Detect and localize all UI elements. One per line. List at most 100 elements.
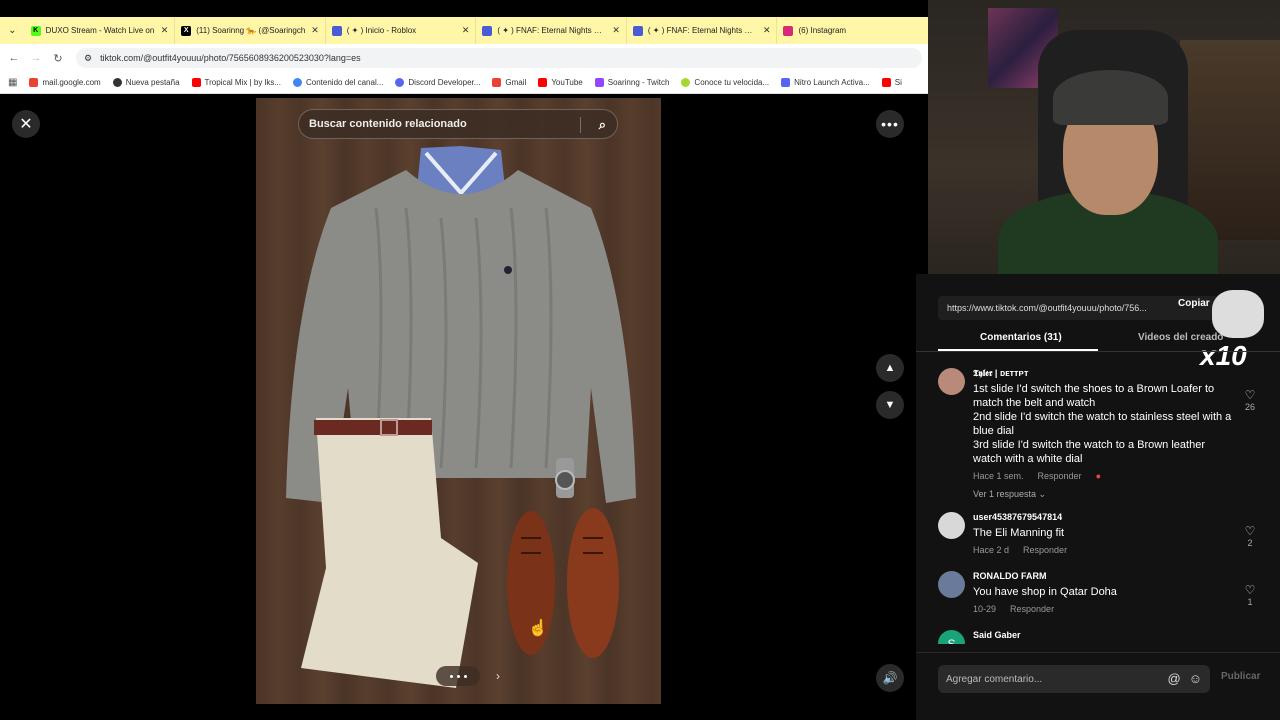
comment-username[interactable]: user45387679547814 — [973, 512, 1062, 522]
reply-button[interactable]: Responder — [1010, 604, 1054, 614]
discord-icon — [395, 78, 405, 87]
like-count: 26 — [1244, 402, 1255, 412]
next-post-button[interactable]: ▼ — [876, 391, 904, 419]
view-replies-button[interactable]: Ver 1 respuesta ⌄ — [973, 489, 1046, 500]
bookmark[interactable]: Discord Developer... — [395, 78, 480, 87]
tab-search-button[interactable]: ⌄ — [0, 17, 25, 44]
pagination-dot[interactable] — [449, 674, 453, 678]
bookmark[interactable]: Tropical Mix | by lks... — [191, 78, 281, 87]
tab-title: ( ✦ ) FNAF: Eternal Nights 🌧 - — [497, 26, 608, 35]
next-photo-button[interactable]: › — [488, 666, 508, 686]
apps-grid-icon[interactable]: ▦ — [8, 77, 17, 88]
photo-viewer: ✕ Buscar contenido relacionado ⌕ ‹ › ☝ •… — [0, 98, 916, 720]
comment-time: Hace 2 d — [973, 545, 1010, 555]
photo-pagination-dots — [436, 666, 480, 686]
youtube-icon — [538, 78, 548, 87]
panel-tabs: Comentarios (31) Videos del creado — [916, 326, 1280, 352]
comment-input[interactable]: Agregar comentario... @ ☺ — [938, 665, 1210, 693]
youtube-icon — [191, 78, 201, 87]
outfit-photo[interactable]: Buscar contenido relacionado ⌕ ‹ › ☝ — [256, 98, 661, 704]
bookmark-label: Soarinng - Twitch — [607, 78, 670, 87]
emoji-icon[interactable]: ☺ — [1189, 671, 1202, 686]
nitro-icon — [781, 78, 791, 87]
like-count: 1 — [1247, 597, 1253, 607]
avatar[interactable] — [938, 368, 965, 395]
like-button[interactable]: ♡ 26 — [1242, 388, 1258, 412]
address-bar: ← → ↻ ⚙ tiktok.com/@outfit4youuu/photo/7… — [0, 44, 928, 72]
comment-username[interactable]: 𝕿𝖞𝖑𝖊𝖗 | ᴅᴇᴛᴛᴘᴛ — [973, 368, 1028, 379]
reply-button[interactable]: Responder — [1038, 471, 1082, 481]
browser-tab[interactable]: ( ✦ ) FNAF: Eternal Nights 🌧 - ✕ — [627, 17, 778, 44]
active-tab-indicator — [938, 349, 1098, 351]
close-viewer-button[interactable]: ✕ — [12, 110, 40, 138]
browser-tab[interactable]: X (11) Soarinng 🐆 (@Soaringch ✕ — [175, 17, 326, 44]
comment-item: user45387679547814 The Eli Manning fit H… — [938, 512, 1258, 562]
bookmark-label: Nueva pestaña — [125, 78, 180, 87]
reload-icon[interactable]: ↻ — [50, 50, 66, 66]
bookmark-label: Nitro Launch Activa... — [794, 78, 870, 87]
browser-tab[interactable]: K DUXO Stream - Watch Live on ✕ — [25, 17, 176, 44]
previous-photo-button[interactable]: ‹ — [408, 666, 428, 686]
like-count: 2 — [1247, 538, 1253, 548]
forward-arrow-icon[interactable]: → — [28, 50, 44, 66]
bookmark[interactable]: Contenido del canal... — [293, 78, 383, 87]
instagram-icon — [783, 25, 794, 36]
bookmark[interactable]: Gmail — [492, 78, 526, 87]
url-text: tiktok.com/@outfit4youuu/photo/756560893… — [100, 53, 361, 63]
chevron-up-icon: ▲ — [884, 362, 896, 374]
search-icon[interactable]: ⌕ — [599, 117, 606, 133]
avatar[interactable] — [938, 512, 965, 539]
browser-tab-bar: ⌄ K DUXO Stream - Watch Live on ✕ X (11)… — [0, 17, 928, 44]
bookmark[interactable]: Nitro Launch Activa... — [781, 78, 870, 87]
copy-link-button[interactable]: Copiar — [1178, 298, 1210, 309]
comment-composer: Agregar comentario... @ ☺ Publicar — [916, 652, 1280, 704]
tab-close-icon[interactable]: ✕ — [763, 25, 771, 36]
tab-close-icon[interactable]: ✕ — [161, 25, 169, 36]
tab-creator-videos[interactable]: Videos del creado — [1138, 332, 1223, 343]
volume-button[interactable]: 🔊 — [876, 664, 904, 692]
reply-button[interactable]: Responder — [1023, 545, 1067, 555]
comment-list: 𝕿𝖞𝖑𝖊𝖗 | ᴅᴇᴛᴛᴘᴛ 1st slide I'd switch the … — [916, 364, 1280, 644]
browser-tab[interactable]: ( ✦ ) Inicio - Roblox ✕ — [326, 17, 477, 44]
bookmark[interactable]: mail.google.com — [29, 78, 101, 87]
avatar[interactable] — [938, 571, 965, 598]
tab-close-icon[interactable]: ✕ — [612, 25, 620, 36]
tab-title: (11) Soarinng 🐆 (@Soaringch — [196, 26, 306, 35]
speedtest-icon — [681, 78, 691, 87]
like-button[interactable]: ♡ 1 — [1242, 583, 1258, 607]
bookmark[interactable]: Si — [881, 78, 902, 87]
tab-comments[interactable]: Comentarios (31) — [980, 332, 1062, 343]
back-arrow-icon[interactable]: ← — [6, 50, 22, 66]
tab-close-icon[interactable]: ✕ — [462, 25, 470, 36]
publish-button[interactable]: Publicar — [1221, 671, 1260, 682]
like-button[interactable]: ♡ 2 — [1242, 524, 1258, 548]
comment-username[interactable]: RONALDO FARM — [973, 571, 1047, 581]
close-icon: ✕ — [19, 116, 33, 133]
pagination-dot[interactable] — [456, 674, 460, 678]
search-divider — [580, 117, 581, 133]
related-content-search[interactable]: Buscar contenido relacionado ⌕ — [298, 109, 618, 139]
previous-post-button[interactable]: ▲ — [876, 354, 904, 382]
bookmark[interactable]: Soarinng - Twitch — [594, 78, 670, 87]
bookmark[interactable]: YouTube — [538, 78, 583, 87]
browser-tab[interactable]: (6) Instagram — [777, 17, 928, 44]
bookmarks-bar: ▦ mail.google.com Nueva pestaña Tropical… — [0, 72, 928, 94]
comment-text: 1st slide I'd switch the shoes to a Brow… — [973, 383, 1232, 465]
outfit-illustration — [286, 146, 636, 688]
pagination-dot[interactable] — [463, 674, 467, 678]
comment-time: Hace 1 sem. — [973, 471, 1024, 481]
more-options-button[interactable]: ••• — [876, 110, 904, 138]
heart-icon: ♡ — [1244, 388, 1256, 402]
bookmark[interactable]: Nueva pestaña — [112, 78, 180, 87]
comment-username[interactable]: Said Gaber — [973, 630, 1021, 640]
site-settings-icon[interactable]: ⚙ — [84, 53, 92, 64]
tab-close-icon[interactable]: ✕ — [311, 25, 319, 36]
url-field[interactable]: ⚙ tiktok.com/@outfit4youuu/photo/7565608… — [76, 48, 922, 68]
mention-icon[interactable]: @ — [1168, 671, 1181, 686]
browser-tab[interactable]: ( ✦ ) FNAF: Eternal Nights 🌧 - ✕ — [476, 17, 627, 44]
comment-placeholder: Agregar comentario... — [946, 673, 1043, 685]
avatar[interactable]: S — [938, 630, 965, 644]
youtube-icon — [881, 78, 891, 87]
bookmark[interactable]: Conoce tu velocida... — [681, 78, 769, 87]
globe-icon — [112, 78, 122, 87]
